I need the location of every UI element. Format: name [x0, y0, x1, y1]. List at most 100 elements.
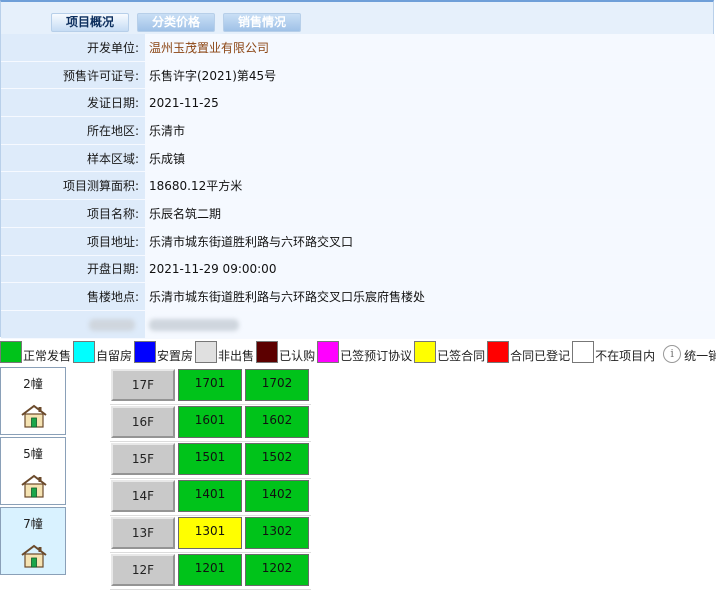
building-name: 2幢: [23, 377, 43, 391]
legend-swatch: [572, 341, 595, 363]
legend-swatch: [487, 341, 510, 363]
building-item[interactable]: 7幢: [0, 507, 66, 575]
info-value: 2021-11-29 09:00:00: [145, 255, 715, 284]
building-list: 2幢 5幢 7幢: [0, 367, 70, 577]
floor-label: 13F: [111, 517, 175, 549]
info-label: 样本区域:: [1, 144, 145, 173]
info-row: 售楼地点: 乐清市城东街道胜利路与六环路交叉口乐宸府售楼处: [1, 282, 715, 311]
building-item[interactable]: 2幢: [0, 367, 66, 435]
floor-row: 12F 1201 1202: [110, 553, 311, 590]
info-label: 项目名称:: [1, 199, 145, 228]
legend-item: 已认购: [256, 341, 317, 363]
house-icon: [21, 474, 47, 498]
info-row: 项目地址: 乐清市城东街道胜利路与六环路交叉口: [1, 227, 715, 256]
unit-cell[interactable]: 1501: [178, 443, 242, 475]
legend-label: 安置房: [157, 349, 194, 363]
legend-swatch: [0, 341, 22, 363]
info-label-redacted: [1, 310, 145, 339]
unit-cell[interactable]: 1702: [245, 369, 309, 401]
floor-row: 16F 1601 1602: [110, 405, 311, 442]
legend-item-unified: i 统一销: [657, 345, 716, 363]
info-row: 发证日期: 2021-11-25: [1, 88, 715, 118]
info-label: 发证日期:: [1, 88, 145, 118]
info-label: 售楼地点:: [1, 282, 145, 311]
floor-label: 16F: [111, 406, 175, 438]
info-label: 项目地址:: [1, 227, 145, 256]
info-value-redacted: [145, 310, 715, 339]
legend-label: 自留房: [96, 349, 133, 363]
info-value: 乐清市: [145, 116, 715, 145]
info-value: 乐清市城东街道胜利路与六环路交叉口: [145, 227, 715, 256]
info-row: 样本区域: 乐成镇: [1, 144, 715, 173]
info-label: 开盘日期:: [1, 255, 145, 284]
info-value: 乐辰名筑二期: [145, 199, 715, 228]
legend-item: 不在项目内: [572, 341, 657, 363]
unit-cell[interactable]: 1701: [178, 369, 242, 401]
project-info-table: 开发单位: 温州玉茂置业有限公司 预售许可证号: 乐售许字(2021)第45号 发证…: [1, 34, 715, 339]
info-value: 18680.12平方米: [145, 171, 715, 201]
unit-cell[interactable]: 1401: [178, 480, 242, 512]
unit-cell[interactable]: 1202: [245, 554, 309, 586]
info-row: 项目名称: 乐辰名筑二期: [1, 199, 715, 228]
tab-sales-status[interactable]: 销售情况: [223, 13, 302, 32]
legend-swatch: [73, 341, 96, 363]
legend-label: 已认购: [279, 349, 316, 363]
info-label: 项目测算面积:: [1, 171, 145, 201]
legend-item: 已签合同: [414, 341, 487, 363]
legend-item: 安置房: [134, 341, 195, 363]
legend-item: 非出售: [195, 341, 256, 363]
floor-unit-grid: 17F 1701 1702 16F 1601 1602 15F 1501 1502 14F 1401…: [110, 368, 311, 590]
tab-project-overview[interactable]: 项目概况: [51, 13, 130, 32]
floor-label: 17F: [111, 369, 175, 401]
legend-label: 统一销: [684, 349, 716, 363]
info-value: 乐售许字(2021)第45号: [145, 61, 715, 90]
floor-row: 15F 1501 1502: [110, 442, 311, 479]
info-label: 所在地区:: [1, 116, 145, 145]
floor-label: 12F: [111, 554, 175, 586]
legend-swatch: [256, 341, 279, 363]
unit-cell[interactable]: 1302: [245, 517, 309, 549]
building-name: 5幢: [23, 447, 43, 461]
legend-item: 正常发售: [0, 341, 73, 363]
legend-item: 合同已登记: [487, 341, 572, 363]
legend-swatch: [195, 341, 218, 363]
info-row: 项目测算面积: 18680.12平方米: [1, 171, 715, 201]
info-row: 开盘日期: 2021-11-29 09:00:00: [1, 255, 715, 284]
legend-label: 已签预订协议: [340, 349, 413, 363]
tab-bar: 项目概况 分类价格 销售情况: [51, 13, 302, 32]
building-item[interactable]: 5幢: [0, 437, 66, 505]
unit-cell[interactable]: 1201: [178, 554, 242, 586]
unit-cell[interactable]: 1502: [245, 443, 309, 475]
unit-cell[interactable]: 1402: [245, 480, 309, 512]
info-label: 预售许可证号:: [1, 61, 145, 90]
legend-swatch: [317, 341, 340, 363]
legend-label: 已签合同: [437, 349, 486, 363]
legend-swatch: [134, 341, 157, 363]
info-label: 开发单位:: [1, 34, 145, 62]
legend-item: 自留房: [73, 341, 134, 363]
legend-label: 正常发售: [23, 349, 72, 363]
unit-cell[interactable]: 1602: [245, 406, 309, 438]
info-value: 乐成镇: [145, 144, 715, 173]
legend-item: 已签预订协议: [317, 341, 414, 363]
building-name: 7幢: [23, 517, 43, 531]
legend-label: 不在项目内: [595, 349, 656, 363]
floor-row: 17F 1701 1702: [110, 368, 311, 405]
status-legend: 正常发售 自留房 安置房 非出售 已认购 已签预订协议 已签合同 合同已登记 不…: [0, 337, 716, 363]
legend-label: 合同已登记: [510, 349, 571, 363]
unit-cell[interactable]: 1301: [178, 517, 242, 549]
info-value[interactable]: 温州玉茂置业有限公司: [145, 34, 715, 62]
info-row: 开发单位: 温州玉茂置业有限公司: [1, 34, 715, 62]
info-value: 2021-11-25: [145, 88, 715, 118]
tab-category-price[interactable]: 分类价格: [137, 13, 216, 32]
house-icon: [21, 544, 47, 568]
project-info-panel: 项目概况 分类价格 销售情况 开发单位: 温州玉茂置业有限公司 预售许可证号: 乐…: [0, 0, 715, 339]
legend-label: 非出售: [218, 349, 255, 363]
info-row-redacted: [1, 310, 715, 339]
info-value: 乐清市城东街道胜利路与六环路交叉口乐宸府售楼处: [145, 282, 715, 311]
info-icon: i: [663, 345, 682, 363]
floor-label: 14F: [111, 480, 175, 512]
info-row: 预售许可证号: 乐售许字(2021)第45号: [1, 61, 715, 90]
unit-cell[interactable]: 1601: [178, 406, 242, 438]
floor-row: 14F 1401 1402: [110, 479, 311, 516]
